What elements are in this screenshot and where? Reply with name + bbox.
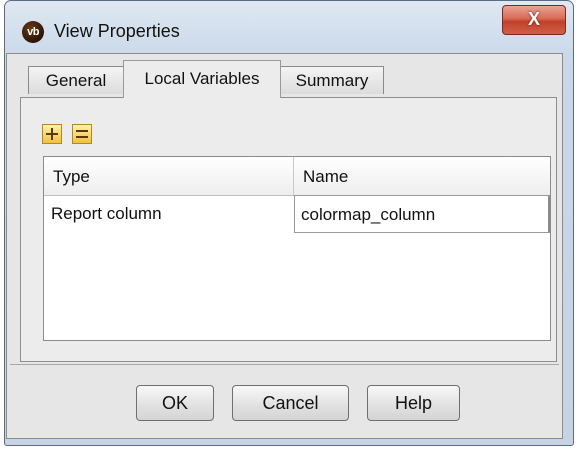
- help-button[interactable]: Help: [367, 385, 460, 421]
- table-header: Type Name: [44, 157, 550, 196]
- column-header-name[interactable]: Name: [294, 157, 550, 195]
- footer-divider: [10, 364, 559, 365]
- table-row[interactable]: Report column colormap_column: [44, 195, 550, 233]
- remove-rows-icon[interactable]: [72, 124, 92, 144]
- cell-type[interactable]: Report column: [44, 195, 294, 233]
- window-title: View Properties: [54, 21, 180, 41]
- local-variables-table: Type Name Report column colormap_column: [43, 156, 551, 341]
- tab-summary[interactable]: Summary: [280, 66, 384, 94]
- close-button[interactable]: X: [502, 5, 566, 35]
- column-header-type[interactable]: Type: [44, 157, 294, 195]
- ok-button[interactable]: OK: [136, 385, 214, 421]
- app-logo-icon: vb: [22, 21, 44, 43]
- cancel-button[interactable]: Cancel: [232, 385, 349, 421]
- tab-local-variables[interactable]: Local Variables: [123, 60, 281, 98]
- plus-icon[interactable]: [42, 124, 62, 144]
- title-bar[interactable]: vb View Properties X: [5, 1, 573, 61]
- tab-general[interactable]: General: [28, 66, 124, 94]
- cell-name[interactable]: colormap_column: [294, 195, 550, 233]
